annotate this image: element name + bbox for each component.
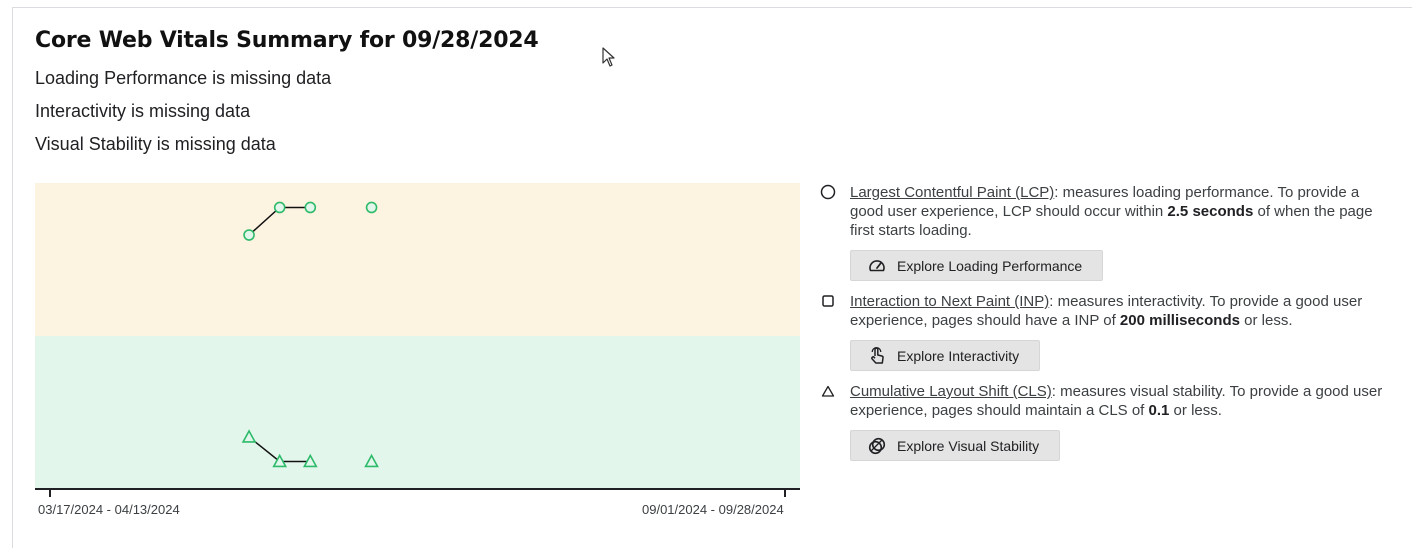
cls-description: Cumulative Layout Shift (CLS): measures … [850,382,1395,420]
explore-interactivity-label: Explore Interactivity [897,347,1020,364]
explore-loading-performance-button[interactable]: Explore Loading Performance [850,250,1104,281]
lcp-data-point [365,201,378,214]
inp-link[interactable]: Interaction to Next Paint (INP) [850,293,1049,310]
cls-link[interactable]: Cumulative Layout Shift (CLS) [850,383,1052,400]
lcp-description: Largest Contentful Paint (LCP): measures… [850,183,1395,240]
chart-band-needs-improvement [35,183,800,336]
x-tick-label-end: 09/01/2024 - 09/28/2024 [642,502,784,517]
inp-threshold: 200 milliseconds [1119,312,1240,329]
vitals-chart [35,183,800,497]
inp-description: Interaction to Next Paint (INP): measure… [850,292,1395,330]
triangle-marker-icon [821,385,835,397]
loading-status: Loading Performance is missing data [35,68,332,88]
cls-desc-post: or less. [1169,402,1222,419]
lcp-data-point [243,229,255,241]
lcp-data-point [304,201,317,214]
mouse-cursor-icon [602,47,615,67]
chart-band-good [35,336,800,489]
inp-desc-post: or less. [1239,312,1293,329]
lcp-threshold: 2.5 seconds [1167,203,1254,220]
lcp-link[interactable]: Largest Contentful Paint (LCP) [850,184,1054,201]
lcp-data-point [273,201,286,214]
stability-status: Visual Stability is missing data [35,134,276,154]
page-title: Core Web Vitals Summary for 09/28/2024 [35,28,539,53]
interactivity-status: Interactivity is missing data [35,101,251,121]
cls-info: Cumulative Layout Shift (CLS): measures … [820,382,1395,422]
circle-marker-icon [820,184,836,200]
touch-icon [867,346,887,366]
lcp-info: Largest Contentful Paint (LCP): measures… [820,183,1395,243]
inp-info: Interaction to Next Paint (INP): measure… [820,292,1395,332]
gauge-icon [867,256,887,276]
explore-visual-stability-button[interactable]: Explore Visual Stability [850,430,1061,461]
square-marker-icon [822,295,834,307]
cls-threshold: 0.1 [1148,402,1170,419]
explore-visual-stability-label: Explore Visual Stability [897,437,1040,454]
explore-loading-performance-label: Explore Loading Performance [897,257,1083,274]
layers-icon [867,436,887,456]
x-tick-label-start: 03/17/2024 - 04/13/2024 [38,502,180,517]
explore-interactivity-button[interactable]: Explore Interactivity [850,340,1041,371]
